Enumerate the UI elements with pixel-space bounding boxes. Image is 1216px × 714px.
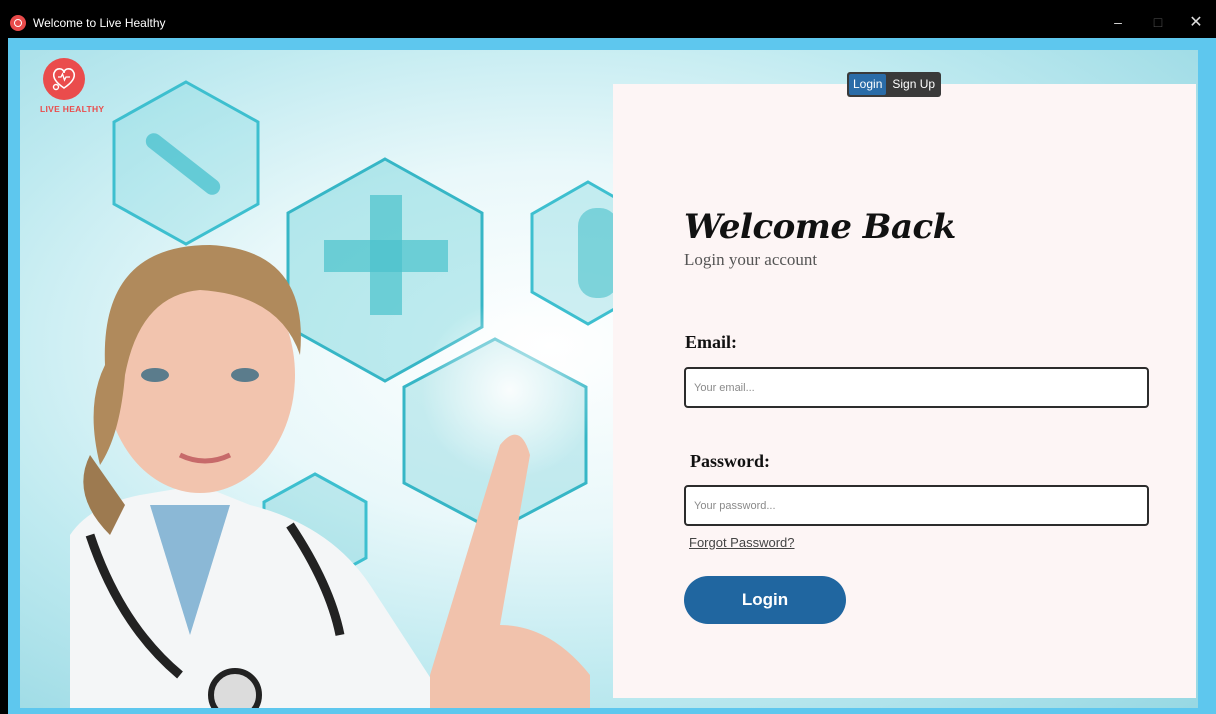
password-label: Password: bbox=[690, 451, 770, 471]
window-title: Welcome to Live Healthy bbox=[33, 16, 166, 30]
email-label: Email: bbox=[685, 332, 737, 352]
logo-text: LIVE HEALTHY bbox=[40, 104, 105, 114]
forgot-password-link[interactable]: Forgot Password? bbox=[689, 535, 795, 550]
password-field[interactable] bbox=[684, 485, 1149, 526]
page-subtitle: Login your account bbox=[684, 250, 818, 269]
tab-sign-up[interactable]: Sign Up bbox=[886, 74, 939, 95]
page-title: Welcome Back bbox=[684, 207, 956, 247]
auth-tabs: Login Sign Up bbox=[847, 72, 942, 97]
brand-logo: LIVE HEALTHY bbox=[23, 58, 105, 138]
title-bar: Welcome to Live Healthy – □ ✕ bbox=[0, 0, 1216, 40]
doctor-image bbox=[70, 245, 590, 708]
login-button[interactable]: Login bbox=[684, 576, 846, 624]
heart-stethoscope-icon bbox=[43, 58, 85, 100]
tab-login[interactable]: Login bbox=[849, 74, 887, 95]
minimize-button[interactable]: – bbox=[1098, 8, 1138, 36]
app-icon bbox=[10, 15, 26, 31]
email-field[interactable] bbox=[684, 367, 1149, 408]
maximize-button[interactable]: □ bbox=[1138, 8, 1178, 36]
close-button[interactable]: ✕ bbox=[1176, 8, 1216, 36]
